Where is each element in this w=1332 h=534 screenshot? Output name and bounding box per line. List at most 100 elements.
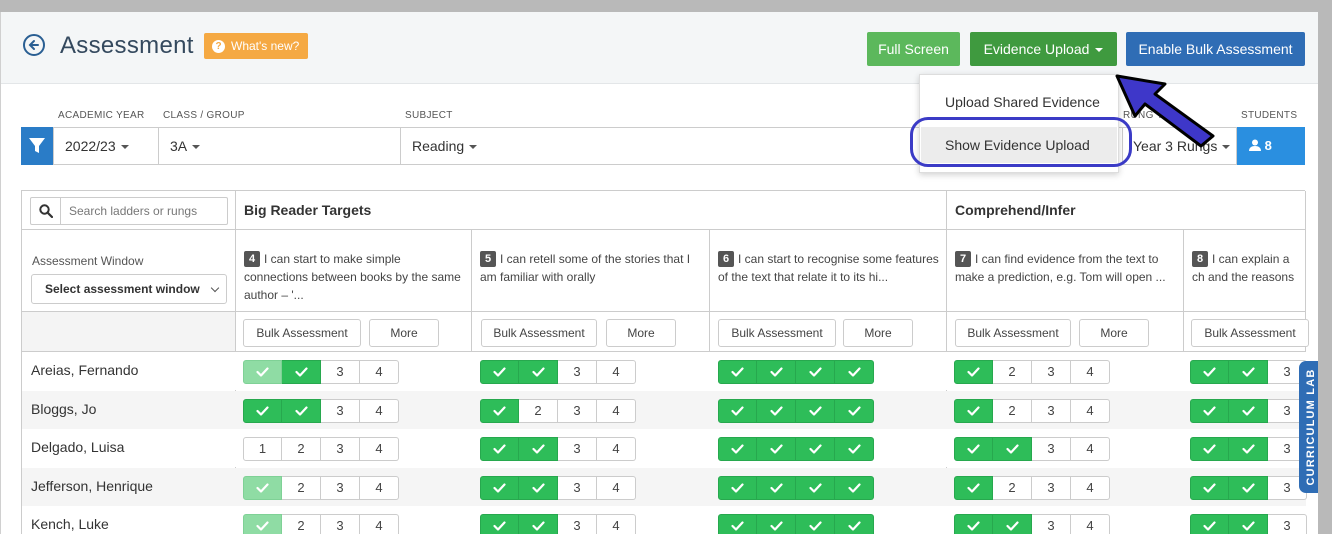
step-number[interactable]: 3 [1032, 360, 1071, 384]
assessment-window-select[interactable]: Select assessment window [31, 274, 227, 304]
step-number[interactable]: 3 [321, 398, 360, 423]
step-achieved[interactable] [1229, 437, 1268, 461]
search-button[interactable] [31, 198, 61, 224]
academic-year-select[interactable]: 2022/23 [53, 127, 159, 165]
more-button[interactable]: More [369, 319, 439, 347]
step-number[interactable]: 4 [597, 437, 636, 461]
step-number[interactable]: 3 [558, 514, 597, 534]
step-achieved[interactable] [796, 514, 835, 534]
step-achieved[interactable] [796, 398, 835, 423]
step-achieved[interactable] [993, 437, 1032, 461]
step-number[interactable]: 2 [993, 398, 1032, 423]
step-number[interactable]: 4 [1071, 514, 1110, 534]
search-input[interactable] [69, 198, 219, 224]
step-achieved[interactable] [1190, 437, 1229, 461]
step-number[interactable]: 4 [1071, 437, 1110, 461]
step-number[interactable]: 3 [1268, 514, 1307, 534]
step-number[interactable]: 2 [282, 475, 321, 500]
step-number[interactable]: 2 [282, 437, 321, 461]
step-achieved[interactable] [282, 360, 321, 384]
curriculum-lab-tab[interactable]: CURRICULUM LAB [1299, 361, 1318, 493]
step-achieved[interactable] [1229, 360, 1268, 384]
step-number[interactable]: 4 [597, 514, 636, 534]
step-achieved[interactable] [1190, 475, 1229, 500]
step-achieved[interactable] [519, 360, 558, 384]
student-name[interactable]: Bloggs, Jo [31, 401, 96, 417]
bulk-assessment-button[interactable]: Bulk Assessment [718, 319, 836, 347]
evidence-upload-button[interactable]: Evidence Upload [970, 32, 1117, 66]
more-button[interactable]: More [1079, 319, 1149, 347]
whats-new-button[interactable]: ? What's new? [204, 33, 309, 59]
step-number[interactable]: 4 [597, 360, 636, 384]
step-achieved[interactable] [757, 514, 796, 534]
step-number[interactable]: 3 [558, 360, 597, 384]
step-achieved[interactable] [243, 398, 282, 423]
filter-button[interactable] [21, 127, 53, 165]
step-achieved[interactable] [757, 398, 796, 423]
step-number[interactable]: 3 [321, 360, 360, 384]
step-achieved[interactable] [954, 475, 993, 500]
step-achieved[interactable] [1229, 475, 1268, 500]
step-number[interactable]: 4 [360, 514, 399, 534]
step-number[interactable]: 4 [597, 398, 636, 423]
step-number[interactable]: 3 [558, 475, 597, 500]
step-number[interactable]: 4 [1071, 475, 1110, 500]
step-number[interactable]: 2 [993, 360, 1032, 384]
step-number[interactable]: 2 [519, 398, 558, 423]
step-number[interactable]: 3 [1032, 398, 1071, 423]
step-number[interactable]: 4 [360, 437, 399, 461]
student-name[interactable]: Kench, Luke [31, 516, 109, 532]
student-name[interactable]: Areias, Fernando [31, 362, 138, 378]
step-number[interactable]: 4 [360, 360, 399, 384]
full-screen-button[interactable]: Full Screen [867, 32, 960, 66]
students-button[interactable]: 8 [1237, 127, 1305, 165]
more-button[interactable]: More [843, 319, 913, 347]
bulk-assessment-button[interactable]: Bulk Assessment [955, 319, 1071, 347]
step-number[interactable]: 3 [558, 437, 597, 461]
student-name[interactable]: Jefferson, Henrique [31, 478, 153, 494]
step-partial[interactable] [243, 360, 282, 384]
step-achieved[interactable] [835, 360, 874, 384]
step-achieved[interactable] [519, 437, 558, 461]
step-achieved[interactable] [480, 437, 519, 461]
step-achieved[interactable] [993, 514, 1032, 534]
step-achieved[interactable] [480, 514, 519, 534]
step-achieved[interactable] [519, 475, 558, 500]
step-achieved[interactable] [757, 360, 796, 384]
step-achieved[interactable] [835, 514, 874, 534]
step-achieved[interactable] [718, 398, 757, 423]
bulk-assessment-button[interactable]: Bulk Assessment [1191, 319, 1309, 347]
step-number[interactable]: 4 [1071, 360, 1110, 384]
more-button[interactable]: More [606, 319, 676, 347]
step-achieved[interactable] [1190, 514, 1229, 534]
step-achieved[interactable] [796, 475, 835, 500]
step-achieved[interactable] [480, 360, 519, 384]
step-number[interactable]: 3 [1032, 437, 1071, 461]
step-achieved[interactable] [954, 398, 993, 423]
bulk-assessment-button[interactable]: Bulk Assessment [481, 319, 597, 347]
step-number[interactable]: 4 [597, 475, 636, 500]
step-achieved[interactable] [954, 437, 993, 461]
step-achieved[interactable] [796, 437, 835, 461]
step-number[interactable]: 3 [558, 398, 597, 423]
step-number[interactable]: 2 [282, 514, 321, 534]
step-number[interactable]: 3 [1032, 514, 1071, 534]
step-achieved[interactable] [718, 437, 757, 461]
step-achieved[interactable] [1190, 398, 1229, 423]
step-achieved[interactable] [718, 360, 757, 384]
step-number[interactable]: 1 [243, 437, 282, 461]
step-achieved[interactable] [1229, 514, 1268, 534]
step-achieved[interactable] [718, 475, 757, 500]
step-partial[interactable] [243, 475, 282, 500]
step-number[interactable]: 4 [360, 398, 399, 423]
step-achieved[interactable] [757, 437, 796, 461]
class-group-select[interactable]: 3A [159, 127, 401, 165]
back-arrow-circle-icon[interactable] [23, 34, 45, 56]
step-number[interactable]: 3 [321, 475, 360, 500]
step-achieved[interactable] [796, 360, 835, 384]
step-partial[interactable] [243, 514, 282, 534]
step-number[interactable]: 2 [993, 475, 1032, 500]
step-achieved[interactable] [835, 475, 874, 500]
step-achieved[interactable] [480, 475, 519, 500]
step-number[interactable]: 4 [360, 475, 399, 500]
